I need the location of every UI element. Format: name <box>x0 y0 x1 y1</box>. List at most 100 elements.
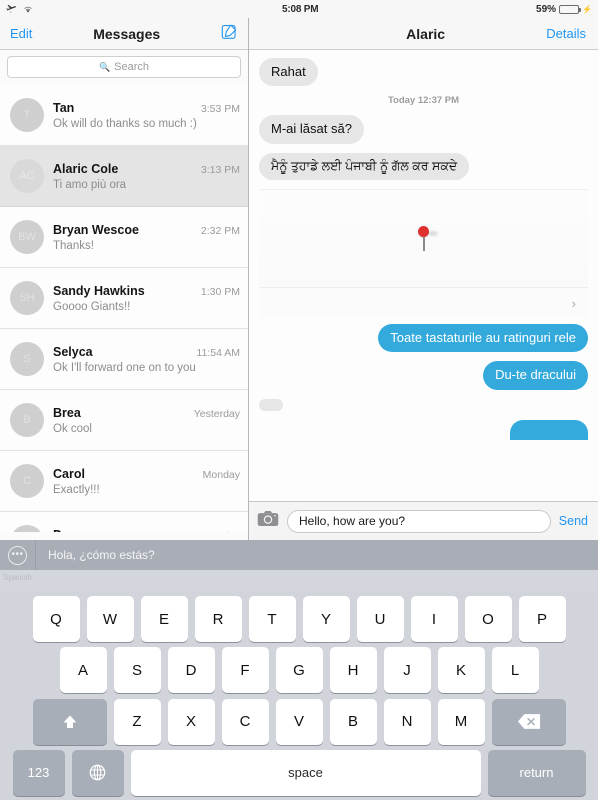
outgoing-bubble-clipped[interactable] <box>510 419 592 440</box>
table-row[interactable]: S Selyca 11:54 AM Ok I'll forward one on… <box>0 329 248 390</box>
charging-bolt-icon: ⚡ <box>582 4 592 14</box>
search-input[interactable]: 🔍 Search <box>7 56 241 78</box>
search-icon: 🔍 <box>98 61 111 72</box>
camera-icon[interactable] <box>257 510 279 532</box>
conversation-body: Selyca 11:54 AM Ok I'll forward one on t… <box>53 345 240 374</box>
table-row[interactable]: BW Bryan Wescoe 2:32 PM Thanks! <box>0 207 248 268</box>
numbers-key[interactable]: 123 <box>12 749 65 796</box>
key-w[interactable]: W <box>86 596 134 642</box>
contact-name: Sandy Hawkins <box>53 283 145 298</box>
conversation-body: Tan 3:53 PM Ok will do thanks so much :) <box>53 101 240 130</box>
timestamp-divider: Today 12:37 PM <box>387 95 460 107</box>
conversation-list[interactable]: T Tan 3:53 PM Ok will do thanks so much … <box>0 85 248 532</box>
chevron-right-icon: › <box>571 295 576 311</box>
location-attachment[interactable]: › <box>259 189 588 319</box>
incoming-bubble[interactable]: Rahat <box>255 58 318 87</box>
key-t[interactable]: T <box>248 596 296 642</box>
message-time: Yesterday <box>193 407 240 420</box>
key-e[interactable]: E <box>140 596 188 642</box>
key-u[interactable]: U <box>356 596 404 642</box>
conversation-body: Darya Monday Ok <box>53 528 240 533</box>
key-r[interactable]: R <box>194 596 242 642</box>
ipad-messages-screen: 5:08 PM 59% ⚡ Edit Messages 🔍 Search T T… <box>0 0 598 800</box>
key-v[interactable]: V <box>275 698 323 745</box>
message-preview: Ti amo più ora <box>53 178 127 191</box>
split-view: Edit Messages 🔍 Search T Tan 3:53 PM Ok … <box>0 18 598 540</box>
key-i[interactable]: I <box>410 596 458 642</box>
contact-name: Selyca <box>53 344 93 359</box>
message-time: 11:54 AM <box>196 346 240 359</box>
language-strip: Spanish <box>0 570 598 592</box>
edit-button[interactable]: Edit <box>10 26 32 41</box>
message-time: 3:53 PM <box>200 102 240 115</box>
key-y[interactable]: Y <box>302 596 350 642</box>
keyboard-row-3: Z X C V B N M <box>2 698 596 745</box>
message-row <box>255 398 588 411</box>
key-b[interactable]: B <box>329 698 377 745</box>
key-d[interactable]: D <box>167 647 215 694</box>
table-row[interactable]: AC Alaric Cole 3:13 PM Ti amo più ora <box>0 146 248 207</box>
outgoing-bubble[interactable]: Toate tastaturile au ratinguri rele <box>378 324 592 353</box>
incoming-bubble[interactable]: ਮੈਨੂੰ ਤੁਹਾਡੇ ਲਈ ਪੰਜਾਬੀ ਨੂੰ ਗੱਲ ਕਰ ਸਕਦੇ <box>254 152 470 181</box>
ellipsis-circle-icon[interactable]: ••• <box>0 540 36 570</box>
space-key[interactable]: space <box>130 749 481 796</box>
onscreen-keyboard[interactable]: Q W E R T Y U I O P A S D F G H J K L Z <box>0 592 598 800</box>
key-l[interactable]: L <box>491 647 539 694</box>
key-n[interactable]: N <box>383 698 431 745</box>
shift-arrow-icon[interactable] <box>32 698 107 745</box>
message-row: Du-te dracului <box>259 361 592 390</box>
key-g[interactable]: G <box>275 647 323 694</box>
message-row: Toate tastaturile au ratinguri rele <box>259 324 592 353</box>
keyboard-suggestion-bar[interactable]: ••• Hola, ¿cómo estás? <box>0 540 598 570</box>
conversation-body: Alaric Cole 3:13 PM Ti amo più ora <box>53 162 240 191</box>
message-time: 3:13 PM <box>200 163 240 176</box>
message-preview: Ok I'll forward one on to you <box>53 361 196 374</box>
message-preview: Exactly!!! <box>53 483 100 496</box>
table-row[interactable]: SH Sandy Hawkins 1:30 PM Goooo Giants!! <box>0 268 248 329</box>
key-p[interactable]: P <box>518 596 566 642</box>
table-row[interactable]: C Carol Monday Exactly!!! <box>0 451 248 512</box>
key-c[interactable]: C <box>221 698 269 745</box>
table-row[interactable]: D Darya Monday Ok <box>0 512 248 532</box>
incoming-bubble[interactable] <box>255 398 283 411</box>
conversations-pane: Edit Messages 🔍 Search T Tan 3:53 PM Ok … <box>0 18 249 540</box>
backspace-icon[interactable] <box>491 698 566 745</box>
key-j[interactable]: J <box>383 647 431 694</box>
conversation-body: Bryan Wescoe 2:32 PM Thanks! <box>53 223 240 252</box>
keyboard-row-1: Q W E R T Y U I O P <box>2 596 596 642</box>
message-row: M-ai lăsat să? <box>255 115 588 144</box>
messages-navbar: Edit Messages <box>0 18 248 50</box>
avatar: AC <box>10 159 44 193</box>
key-m[interactable]: M <box>437 698 485 745</box>
avatar: C <box>10 464 44 498</box>
compose-icon[interactable] <box>221 23 238 45</box>
incoming-bubble[interactable]: M-ai lăsat să? <box>255 115 364 144</box>
key-o[interactable]: O <box>464 596 512 642</box>
globe-icon[interactable] <box>71 749 124 796</box>
table-row[interactable]: B Brea Yesterday Ok cool <box>0 390 248 451</box>
contact-name: Tan <box>53 100 75 115</box>
key-s[interactable]: S <box>113 647 161 694</box>
key-z[interactable]: Z <box>113 698 161 745</box>
key-x[interactable]: X <box>167 698 215 745</box>
contact-name: Bryan Wescoe <box>53 222 139 237</box>
key-q[interactable]: Q <box>32 596 80 642</box>
search-placeholder: Search <box>114 61 150 73</box>
key-k[interactable]: K <box>437 647 485 694</box>
message-thread[interactable]: Rahat Today 12:37 PM M-ai lăsat să? ਮੈਨੂ… <box>249 50 598 501</box>
message-input[interactable]: Hello, how are you? <box>287 509 551 533</box>
return-key[interactable]: return <box>487 749 586 796</box>
avatar: BW <box>10 220 44 254</box>
avatar: SH <box>10 281 44 315</box>
send-button[interactable]: Send <box>559 514 590 528</box>
message-row: Rahat <box>255 58 588 87</box>
details-button[interactable]: Details <box>546 26 586 41</box>
suggestion-text[interactable]: Hola, ¿cómo estás? <box>36 548 155 562</box>
message-time: 2:32 PM <box>200 224 240 237</box>
location-label-bar[interactable]: › <box>259 287 588 319</box>
key-h[interactable]: H <box>329 647 377 694</box>
table-row[interactable]: T Tan 3:53 PM Ok will do thanks so much … <box>0 85 248 146</box>
outgoing-bubble[interactable]: Du-te dracului <box>483 361 592 390</box>
key-f[interactable]: F <box>221 647 269 694</box>
key-a[interactable]: A <box>59 647 107 694</box>
